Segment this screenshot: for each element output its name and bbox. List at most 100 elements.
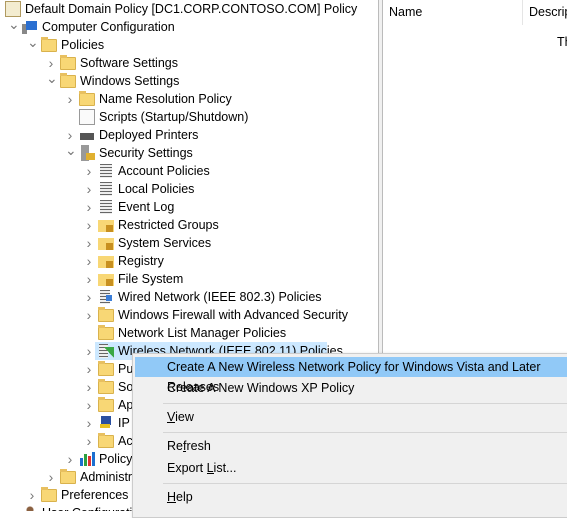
tree-item[interactable]: › Windows Firewall with Advanced Security [0,306,378,324]
policy-list-icon [98,163,114,179]
tree-item[interactable]: › Wired Network (IEEE 802.3) Policies [0,288,378,306]
tree-item-label: Network List Manager Policies [118,326,287,340]
context-menu: Create A New Wireless Network Policy for… [132,353,567,518]
chevron-right-icon[interactable]: › [65,92,75,106]
chevron-right-icon[interactable]: › [84,398,94,412]
chevron-right-icon[interactable]: › [84,344,94,358]
tree-item[interactable]: › Event Log [0,198,378,216]
tree-item-label: Deployed Printers [99,128,199,142]
tree-item-label: User Configuration [42,506,146,511]
menu-separator [163,483,567,484]
chevron-right-icon[interactable]: › [46,470,56,484]
policy-list-icon [98,199,114,215]
chevron-right-icon[interactable]: › [84,380,94,394]
chevron-right-icon[interactable]: › [27,488,37,502]
tree-item[interactable]: Scripts (Startup/Shutdown) [0,108,378,126]
menu-item[interactable]: View [135,407,567,427]
menu-item[interactable]: Help [135,487,567,507]
chevron-right-icon[interactable]: › [84,308,94,322]
chevron-down-icon[interactable]: ⌄ [65,143,77,157]
computer-icon [22,19,38,35]
chevron-right-icon[interactable]: › [46,56,56,70]
tree-item-label: System Services [118,236,212,250]
tree-item[interactable]: ⌄ Policies [0,35,378,54]
tree-item[interactable]: › System Services [0,234,378,252]
chevron-right-icon[interactable]: › [84,434,94,448]
chevron-right-icon[interactable]: › [65,128,75,142]
menu-item[interactable]: Create A New Wireless Network Policy for… [135,357,567,394]
tree-item-label: Ac [118,434,133,448]
folder-icon [98,361,114,376]
tree-item-label: Event Log [118,200,175,214]
folder-icon [79,91,95,106]
list-item-text: Th [557,35,567,49]
tree-item[interactable]: › Local Policies [0,180,378,198]
tree-item[interactable]: › Restricted Groups [0,216,378,234]
menu-item[interactable]: Create A New Windows XP Policy [135,378,567,398]
folder-icon [98,397,114,412]
chevron-right-icon[interactable]: › [84,416,94,430]
menu-item[interactable]: Export List... [135,458,567,478]
chevron-right-icon[interactable]: › [8,506,18,511]
chevron-right-icon[interactable]: › [84,362,94,376]
tree-item-label: Scripts (Startup/Shutdown) [99,110,249,124]
tree-item[interactable]: › Registry [0,252,378,270]
chevron-right-icon[interactable]: › [84,218,94,232]
chevron-right-icon[interactable]: › [84,290,94,304]
ip-security-icon [98,415,114,431]
accelerator-underline [167,502,177,503]
menu-item[interactable]: Refresh [135,436,567,456]
security-lock-icon [79,145,95,161]
chevron-right-icon[interactable]: › [84,254,94,268]
tree-item[interactable]: ⌄ Security Settings [0,143,378,162]
tree-item[interactable]: ⌄ Computer Configuration [0,17,378,36]
printer-icon [79,127,95,143]
chevron-right-icon[interactable]: › [84,182,94,196]
column-header-description[interactable]: Descrip [523,0,567,25]
tree-item-label: Preferences [61,488,129,502]
chevron-down-icon[interactable]: ⌄ [46,71,58,85]
folder-icon [98,433,114,448]
menu-item-label: Refresh [167,439,211,453]
wireless-network-icon [98,343,114,359]
tree-item[interactable]: Default Domain Policy [DC1.CORP.CONTOSO.… [0,0,378,18]
chevron-down-icon[interactable]: ⌄ [27,35,39,49]
menu-item-label: Create A New Windows XP Policy [167,381,355,395]
tree-item[interactable]: › Name Resolution Policy [0,90,378,108]
tree-item-label: So [118,380,134,394]
menu-separator [163,403,567,404]
tree-item-label: IP [118,416,130,430]
tree-item-label: Local Policies [118,182,195,196]
accelerator-underline [182,451,187,452]
folder-icon [98,379,114,394]
tree-item-label: Policies [61,38,105,52]
chevron-right-icon[interactable]: › [84,164,94,178]
tree-item[interactable]: › Deployed Printers [0,126,378,144]
tree-item[interactable]: › Account Policies [0,162,378,180]
tree-item-label: Software Settings [80,56,178,70]
tree-item-label: Policy [99,452,133,466]
tree-item[interactable]: Network List Manager Policies [0,324,378,342]
chevron-right-icon[interactable]: › [84,200,94,214]
tree-item-label: Security Settings [99,146,193,160]
tree-item[interactable]: › File System [0,270,378,288]
folder-icon [98,325,114,340]
user-icon [22,505,38,511]
menu-item-label: View [167,410,194,424]
column-header-name[interactable]: Name [383,0,422,25]
folder-icon [41,37,57,52]
folder-icon [60,55,76,70]
tree-item-label: Windows Settings [80,74,180,88]
chevron-right-icon[interactable]: › [84,272,94,286]
menu-item-label: Export List... [167,461,237,475]
policy-scroll-icon [5,1,21,17]
chevron-down-icon[interactable]: ⌄ [8,17,20,31]
chevron-right-icon[interactable]: › [65,452,75,466]
tree-item[interactable]: ⌄ Windows Settings [0,71,378,90]
locked-folder-icon [98,235,114,251]
policy-list-icon [98,181,114,197]
chevron-right-icon[interactable]: › [84,236,94,250]
tree-item-label: Administr [80,470,133,484]
tree-item-label: Name Resolution Policy [99,92,232,106]
tree-item-label: Pu [118,362,134,376]
